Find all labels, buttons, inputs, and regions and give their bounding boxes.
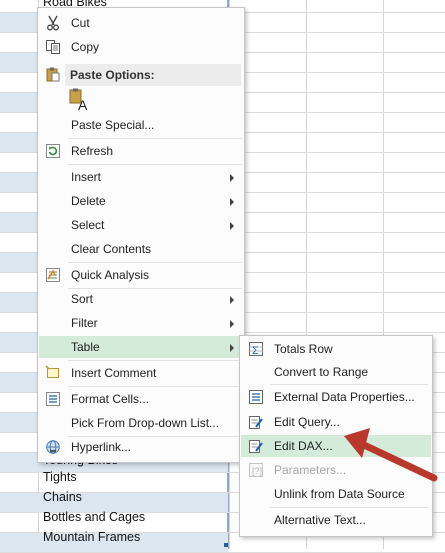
submenu-arrow-icon: [230, 174, 234, 182]
menu-separator: [68, 360, 242, 361]
table-resize-handle[interactable]: [224, 543, 228, 547]
totals-row-icon: Σ: [248, 341, 264, 357]
delete-label: Delete: [71, 194, 106, 208]
svg-text:A: A: [78, 97, 88, 112]
format-cells-label: Format Cells...: [71, 392, 150, 406]
copy-label: Copy: [71, 40, 100, 54]
insert-label: Insert: [71, 170, 102, 184]
menu-item-paste-special[interactable]: Paste Special...: [39, 114, 243, 136]
sort-label: Sort: [71, 292, 94, 306]
menu-item-format-cells[interactable]: Format Cells...: [39, 388, 243, 410]
menu-item-delete[interactable]: Delete: [39, 190, 243, 212]
menu-item-clear-contents[interactable]: Clear Contents: [39, 238, 243, 260]
cell-tights[interactable]: Tights: [43, 467, 77, 487]
menu-item-quick-analysis[interactable]: Quick Analysis: [39, 264, 243, 286]
menu-separator: [68, 386, 242, 387]
table-label: Table: [71, 340, 100, 354]
svg-text:[?]: [?]: [252, 466, 262, 476]
menu-item-hyperlink[interactable]: Hyperlink...: [39, 436, 243, 458]
paste-text-icon: A: [69, 88, 88, 113]
edit-dax-label: Edit DAX...: [274, 439, 333, 453]
quick-analysis-label: Quick Analysis: [71, 268, 150, 282]
menu-item-sort[interactable]: Sort: [39, 288, 243, 310]
menu-separator: [68, 164, 242, 165]
hyperlink-label: Hyperlink...: [71, 440, 132, 454]
menu-separator: [270, 507, 428, 508]
menu-separator: [68, 262, 242, 263]
submenu-item-convert-to-range[interactable]: Convert to Range: [241, 361, 431, 383]
unlink-label: Unlink from Data Source: [274, 487, 405, 501]
menu-item-copy[interactable]: Copy: [39, 36, 243, 58]
submenu-arrow-icon: [230, 222, 234, 230]
paste-options-label: Paste Options:: [70, 68, 155, 82]
totals-row-label: Totals Row: [274, 342, 333, 356]
menu-item-insert-comment[interactable]: Insert Comment: [39, 362, 243, 384]
clipboard-icon: [45, 66, 61, 82]
scissors-icon: [45, 15, 61, 31]
insert-comment-label: Insert Comment: [71, 366, 157, 380]
comment-icon: [45, 365, 61, 381]
submenu-item-unlink[interactable]: Unlink from Data Source: [241, 483, 431, 505]
submenu-item-external-data-properties[interactable]: External Data Properties...: [241, 386, 431, 408]
paste-formatting-option[interactable]: A: [69, 88, 91, 113]
alternative-text-label: Alternative Text...: [274, 513, 366, 527]
external-data-properties-label: External Data Properties...: [274, 390, 415, 404]
cut-label: Cut: [71, 16, 90, 30]
edit-query-icon: [248, 414, 264, 430]
quick-analysis-icon: [45, 267, 61, 283]
submenu-item-alternative-text[interactable]: Alternative Text...: [241, 509, 431, 531]
menu-item-table[interactable]: Table: [39, 336, 243, 358]
menu-item-pick-from-dropdown[interactable]: Pick From Drop-down List...: [39, 412, 243, 434]
edit-query-label: Edit Query...: [274, 415, 340, 429]
parameters-label: Parameters...: [274, 463, 347, 477]
cell-mountain-frames[interactable]: Mountain Frames: [43, 527, 140, 547]
submenu-arrow-icon: [230, 320, 234, 328]
paste-options-header: Paste Options:: [65, 64, 241, 86]
copy-icon: [45, 39, 61, 55]
context-menu: Cut Copy Paste Options: A Paste Special.…: [37, 7, 245, 463]
refresh-icon: [45, 143, 61, 159]
pick-from-dropdown-label: Pick From Drop-down List...: [71, 416, 220, 430]
convert-to-range-label: Convert to Range: [274, 365, 369, 379]
refresh-label: Refresh: [71, 144, 114, 158]
paste-special-label: Paste Special...: [71, 118, 155, 132]
clear-contents-label: Clear Contents: [71, 242, 152, 256]
select-label: Select: [71, 218, 105, 232]
hyperlink-icon: [45, 439, 61, 455]
menu-item-refresh[interactable]: Refresh: [39, 140, 243, 162]
properties-icon: [248, 389, 264, 405]
cell-chains[interactable]: Chains: [43, 487, 82, 507]
format-cells-icon: [45, 391, 61, 407]
menu-separator: [270, 384, 428, 385]
filter-label: Filter: [71, 316, 98, 330]
submenu-arrow-icon: [230, 296, 234, 304]
parameters-icon: [?]: [248, 462, 264, 478]
menu-item-cut[interactable]: Cut: [39, 12, 243, 34]
annotation-arrow-icon: [344, 428, 438, 482]
menu-item-filter[interactable]: Filter: [39, 312, 243, 334]
cell-bottles-and-cages[interactable]: Bottles and Cages: [43, 507, 145, 527]
menu-item-select[interactable]: Select: [39, 214, 243, 236]
submenu-arrow-icon: [230, 198, 234, 206]
submenu-item-totals-row[interactable]: Σ Totals Row: [241, 338, 431, 360]
edit-dax-icon: [248, 438, 264, 454]
svg-text:Σ: Σ: [252, 345, 259, 357]
submenu-arrow-icon: [230, 344, 234, 352]
menu-item-insert[interactable]: Insert: [39, 166, 243, 188]
menu-separator: [68, 138, 242, 139]
